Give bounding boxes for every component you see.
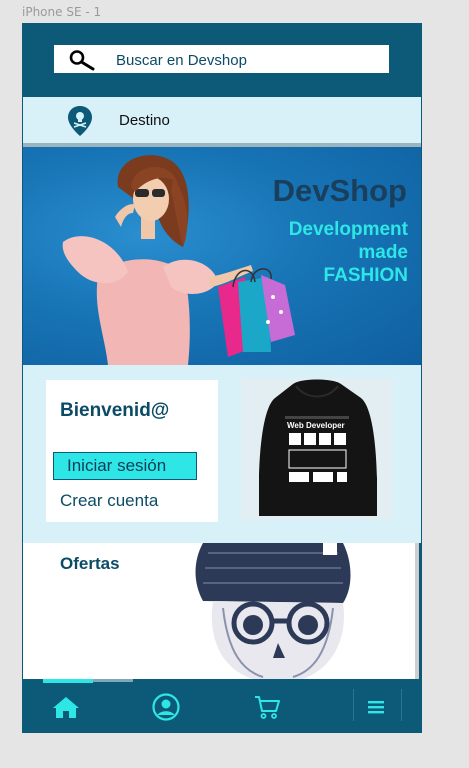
nav-divider: [353, 689, 354, 721]
offers-title: Ofertas: [60, 554, 120, 573]
scrollbar[interactable]: [415, 543, 419, 679]
nav-cart-button[interactable]: [252, 693, 282, 721]
create-account-link[interactable]: Crear cuenta: [60, 491, 158, 511]
frame-label: iPhone SE - 1: [22, 5, 102, 19]
brand-title: DevShop: [272, 173, 407, 208]
hoodie-print-title: Web Developer: [287, 421, 345, 430]
welcome-section: Bienvenid@ Iniciar sesión Crear cuenta W…: [23, 365, 421, 543]
location-pin-icon: [68, 106, 92, 136]
cart-icon: [255, 696, 280, 719]
search-placeholder: Buscar en Devshop: [116, 52, 247, 69]
nav-profile-button[interactable]: [151, 693, 181, 721]
tagline-line: Development: [288, 219, 408, 240]
user-icon: [152, 693, 180, 721]
search-icon[interactable]: [68, 49, 96, 71]
nav-menu-button[interactable]: [361, 693, 391, 721]
home-icon: [53, 697, 79, 718]
nav-home-button[interactable]: [51, 693, 81, 721]
search-input[interactable]: Buscar en Devshop: [53, 44, 390, 74]
hero-tagline: Development made FASHION: [289, 218, 408, 287]
destination-label: Destino: [119, 112, 170, 129]
offers-section[interactable]: Ofertas: [23, 543, 415, 679]
destination-bar[interactable]: Destino: [23, 97, 421, 147]
tagline-line: made: [358, 242, 408, 263]
nav-divider: [401, 689, 402, 721]
menu-icon: [368, 701, 384, 714]
product-card[interactable]: Web Developer: [241, 378, 393, 520]
welcome-title: Bienvenid@: [60, 400, 170, 421]
hoodie-image: Web Developer: [259, 379, 377, 516]
tab-indicator-track: [93, 679, 133, 682]
tagline-line: FASHION: [323, 265, 408, 286]
bottom-nav: [22, 679, 422, 733]
phone-screen: Buscar en Devshop Destino DevShop Develo…: [22, 23, 422, 733]
header: Buscar en Devshop: [22, 23, 422, 96]
welcome-card: Bienvenid@ Iniciar sesión Crear cuenta: [46, 380, 218, 522]
login-button[interactable]: Iniciar sesión: [53, 452, 197, 480]
hero-banner[interactable]: DevShop Development made FASHION: [23, 147, 421, 365]
active-tab-indicator: [43, 679, 93, 683]
